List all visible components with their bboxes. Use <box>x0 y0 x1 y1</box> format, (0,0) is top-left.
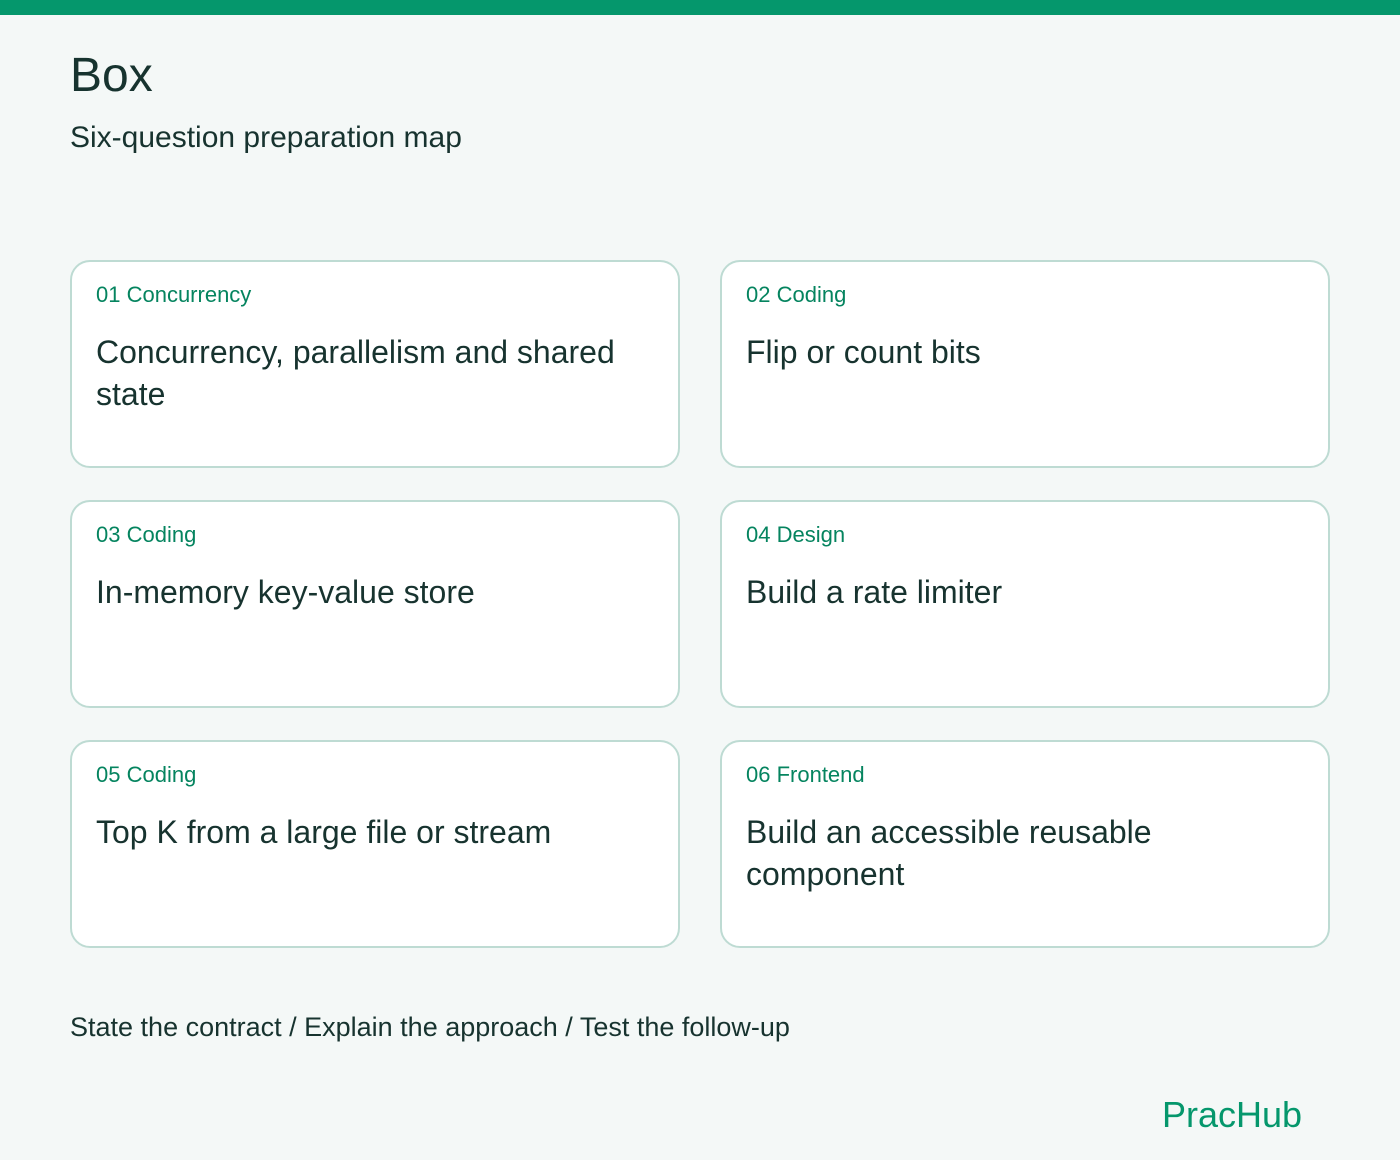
question-title: Flip or count bits <box>746 334 981 370</box>
question-title: Top K from a large file or stream <box>96 814 552 850</box>
question-title: Concurrency, parallelism and shared stat… <box>96 334 615 412</box>
question-tag: 04 Design <box>746 522 846 547</box>
page-title: Box <box>70 49 153 102</box>
brand-logo-text: PracHub <box>1161 1094 1302 1135</box>
question-title: Build a rate limiter <box>746 574 1003 610</box>
question-card-4[interactable]: 04 Design Build a rate limiter <box>720 500 1330 708</box>
question-title: Build an accessible reusable component <box>746 814 1152 892</box>
question-tag: 02 Coding <box>746 282 847 307</box>
question-card-1[interactable]: 01 Concurrency Concurrency, parallelism … <box>70 260 680 468</box>
question-tag: 06 Frontend <box>746 762 865 787</box>
question-card-6[interactable]: 06 Frontend Build an accessible reusable… <box>720 740 1330 948</box>
question-card-5[interactable]: 05 Coding Top K from a large file or str… <box>70 740 680 948</box>
footer-note: State the contract / Explain the approac… <box>70 1012 790 1042</box>
question-title: In-memory key-value store <box>96 574 475 610</box>
page-subtitle: Six-question preparation map <box>70 121 462 154</box>
question-card-2[interactable]: 02 Coding Flip or count bits <box>720 260 1330 468</box>
top-accent-bar <box>0 0 1400 15</box>
question-card-grid: 01 Concurrency Concurrency, parallelism … <box>70 260 1330 948</box>
question-card-3[interactable]: 03 Coding In-memory key-value store <box>70 500 680 708</box>
question-tag: 01 Concurrency <box>96 282 252 307</box>
question-tag: 05 Coding <box>96 762 197 787</box>
question-tag: 03 Coding <box>96 522 197 547</box>
